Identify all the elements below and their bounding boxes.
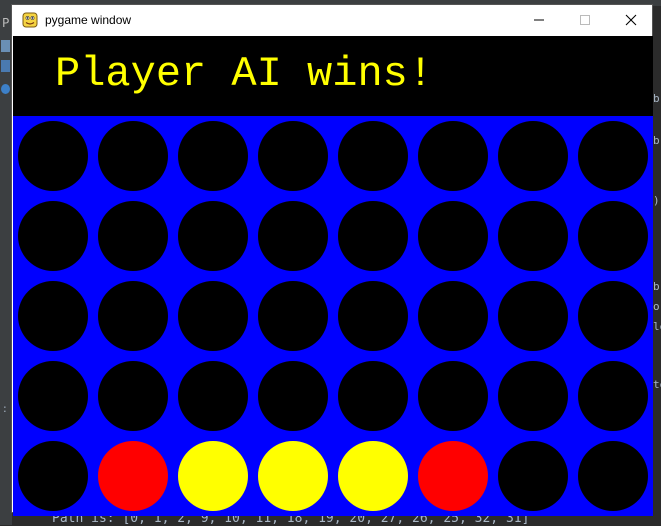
board-cell-empty	[578, 441, 648, 511]
window-title: pygame window	[45, 13, 132, 27]
ide-project-icon	[1, 40, 10, 52]
board-cell-player	[98, 441, 168, 511]
board-cell-empty	[418, 121, 488, 191]
ide-clock-icon	[1, 84, 10, 94]
board-cell-empty	[98, 121, 168, 191]
board-cell-empty	[258, 361, 328, 431]
minimize-icon	[534, 19, 544, 21]
board-cell-empty	[18, 441, 88, 511]
pygame-window: pygame window Player AI wins!	[12, 5, 653, 516]
minimize-button[interactable]	[516, 5, 562, 35]
board-cell-empty	[578, 361, 648, 431]
board-cell-empty	[98, 361, 168, 431]
board-cell-empty	[178, 361, 248, 431]
board-cell-ai	[258, 441, 328, 511]
board-cell-empty	[498, 361, 568, 431]
ide-right-fragment: b	[653, 92, 660, 105]
board-cell-empty	[418, 281, 488, 351]
board-cell-empty	[338, 281, 408, 351]
close-button[interactable]	[608, 5, 654, 35]
board-cell-empty	[338, 361, 408, 431]
board-cell-empty	[418, 201, 488, 271]
board-cell-empty	[18, 121, 88, 191]
board-cell-empty	[578, 201, 648, 271]
maximize-icon	[580, 15, 590, 25]
board-cell-empty	[338, 201, 408, 271]
board-cell-empty	[178, 121, 248, 191]
close-icon	[625, 14, 637, 26]
board-cell-empty	[18, 201, 88, 271]
maximize-button[interactable]	[562, 5, 608, 35]
pygame-snake-icon	[22, 12, 38, 28]
board-cell-empty	[178, 281, 248, 351]
board-cell-ai	[338, 441, 408, 511]
board-cell-empty	[338, 121, 408, 191]
board-cell-empty	[98, 281, 168, 351]
ide-structure-icon	[1, 60, 10, 72]
board-cell-empty	[578, 121, 648, 191]
game-header: Player AI wins!	[13, 36, 653, 116]
board-cell-empty	[498, 441, 568, 511]
ide-right-fragment: b	[653, 134, 660, 147]
board-cell-empty	[498, 281, 568, 351]
board-cell-empty	[98, 201, 168, 271]
ide-left-label: P	[2, 16, 10, 30]
board-cell-player	[418, 441, 488, 511]
board-cell-empty	[178, 201, 248, 271]
ide-right-fragment: b	[653, 280, 660, 293]
window-titlebar[interactable]: pygame window	[12, 5, 652, 35]
board-cell-empty	[418, 361, 488, 431]
board-cell-empty	[498, 121, 568, 191]
game-canvas[interactable]: Player AI wins!	[13, 36, 653, 516]
board-cell-empty	[18, 361, 88, 431]
ide-right-fragment: le	[653, 320, 661, 333]
game-board[interactable]	[13, 116, 653, 516]
board-cell-empty	[258, 201, 328, 271]
ide-left-colon: :	[3, 402, 7, 415]
board-cell-empty	[498, 201, 568, 271]
board-cell-ai	[178, 441, 248, 511]
board-cell-empty	[578, 281, 648, 351]
win-message: Player AI wins!	[55, 50, 434, 98]
board-cell-empty	[258, 121, 328, 191]
ide-right-fragment: o	[653, 300, 660, 313]
board-cell-empty	[258, 281, 328, 351]
ide-right-fragment: )	[653, 194, 660, 207]
board-cell-empty	[18, 281, 88, 351]
ide-right-fragment: te	[653, 378, 661, 391]
